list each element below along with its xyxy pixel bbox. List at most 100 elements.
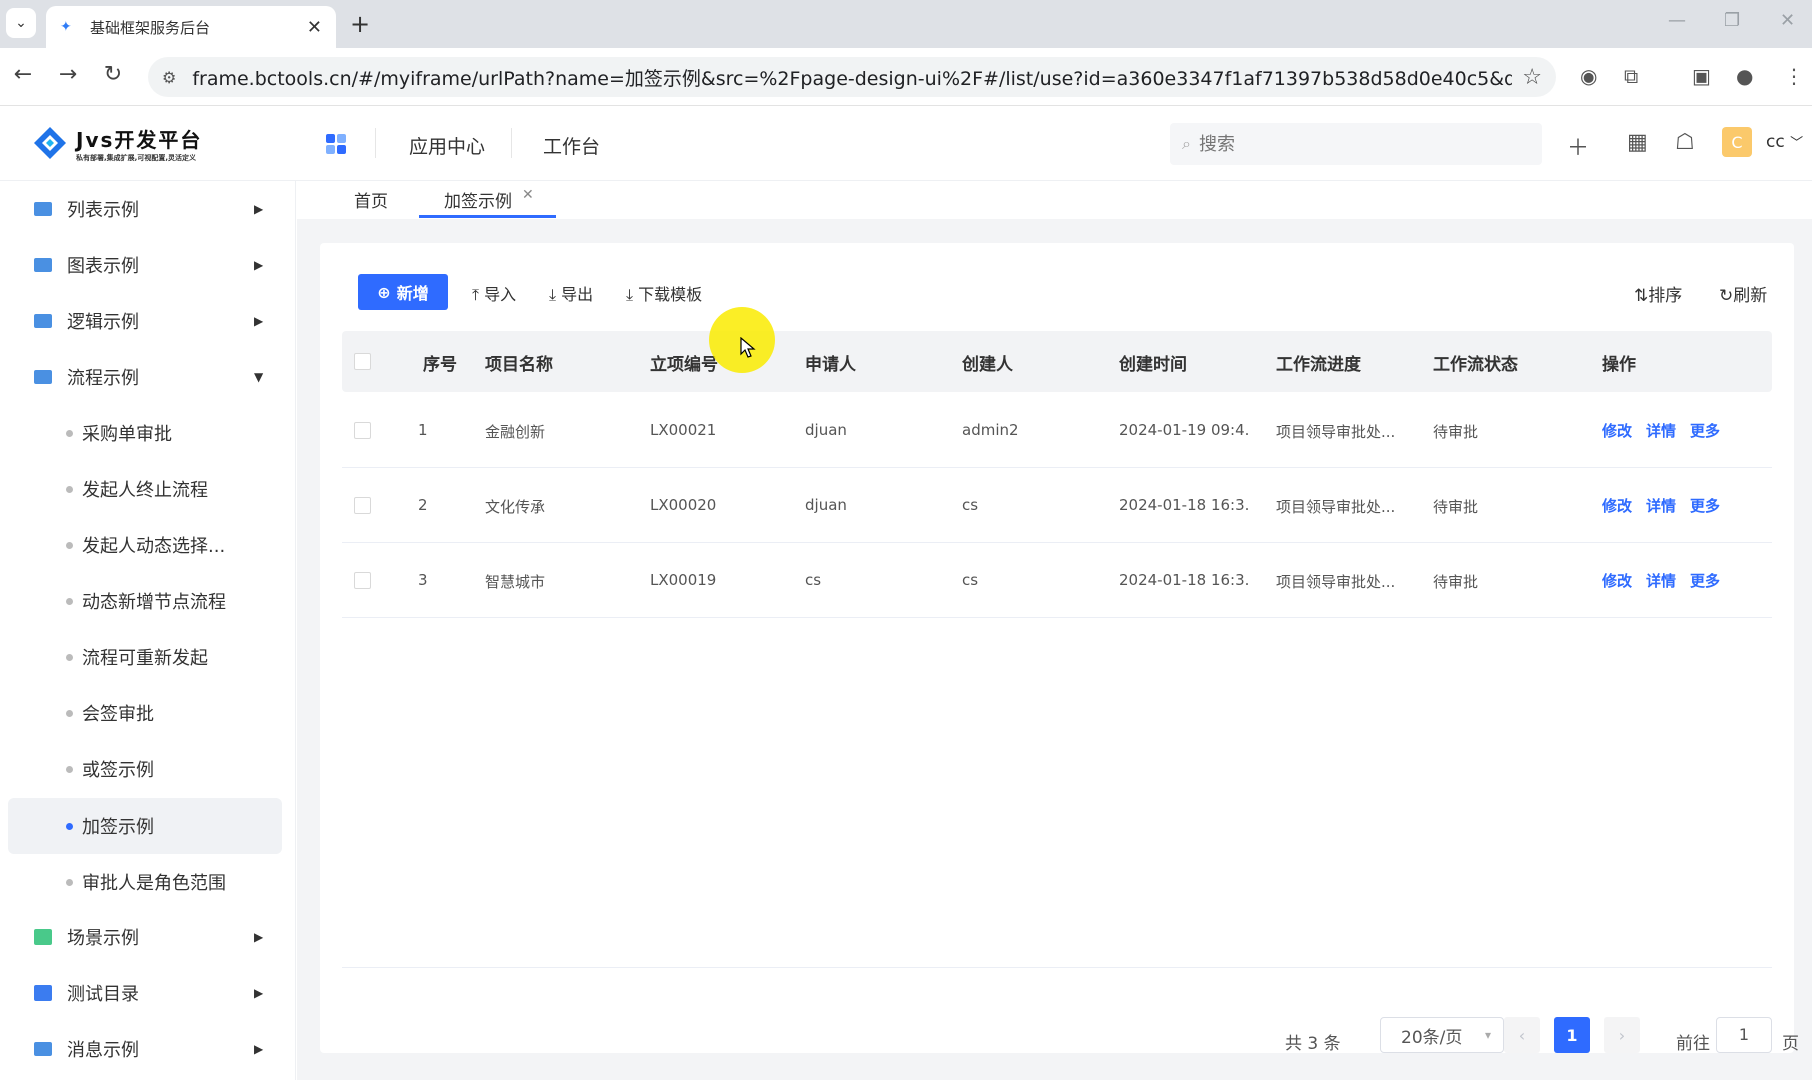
edit-link[interactable]: 修改 — [1602, 570, 1632, 591]
sidebar-sub-item[interactable]: 审批人是角色范围 — [8, 854, 282, 910]
sidebar-sub-label: 加签示例 — [82, 817, 154, 838]
chevron-left-icon: ‹ — [1518, 1025, 1526, 1045]
bullet-dot-icon — [66, 878, 73, 886]
detail-link[interactable]: 详情 — [1646, 495, 1676, 516]
site-settings-icon[interactable]: ⚙ — [162, 68, 176, 87]
close-tab-icon[interactable]: ✕ — [522, 187, 534, 203]
column-header: 创建人 — [962, 355, 1013, 375]
logo[interactable]: Jvs开发平台 私有部署,集成扩展,可视配置,灵活定义 — [32, 124, 202, 163]
row-checkbox[interactable] — [354, 422, 371, 439]
column-header: 序号 — [423, 355, 457, 375]
cell-applicant: cs — [805, 571, 822, 589]
sidebar: 列表示例 ▶ 图表示例 ▶ 逻辑示例 ▶ 流程示例 ▼ 采购单审批 发起人终止流… — [0, 181, 296, 1080]
window-close-icon[interactable]: ✕ — [1780, 10, 1795, 31]
cell-time: 2024-01-18 16:3... — [1119, 571, 1249, 589]
minimize-icon[interactable]: — — [1668, 10, 1686, 31]
prev-page-button[interactable]: ‹ — [1504, 1017, 1540, 1053]
cell-status: 待审批 — [1433, 573, 1479, 591]
refresh-button[interactable]: ↻刷新 — [1719, 281, 1767, 306]
add-icon[interactable]: ＋ — [1567, 130, 1589, 162]
site-favicon-icon: ✦ — [60, 19, 72, 35]
add-button[interactable]: ⊕ 新增 — [358, 274, 448, 310]
sidebar-item-chart-examples[interactable]: 图表示例 ▶ — [0, 241, 296, 289]
import-button[interactable]: ⤒ 导入 — [472, 281, 516, 305]
forward-icon[interactable]: → — [53, 62, 83, 87]
caret-down-icon: ▼ — [254, 370, 264, 384]
column-header: 立项编号 — [650, 355, 718, 375]
next-page-button[interactable]: › — [1604, 1017, 1640, 1053]
bullet-dot-icon — [66, 485, 73, 493]
url-text[interactable]: frame.bctools.cn/#/myiframe/urlPath?name… — [192, 64, 1512, 91]
extensions-puzzle-icon[interactable]: ⧉ — [1624, 64, 1638, 88]
sidebar-item-message-examples[interactable]: 消息示例 ▶ — [0, 1025, 296, 1073]
close-tab-icon[interactable]: ✕ — [307, 17, 322, 38]
goto-page-input[interactable]: 1 — [1716, 1017, 1772, 1053]
bookmark-star-icon[interactable]: ☆ — [1522, 65, 1542, 90]
sidebar-sub-item[interactable]: 动态新增节点流程 — [8, 573, 282, 629]
sidebar-sub-item[interactable]: 发起人终止流程 — [8, 461, 282, 517]
browser-tab[interactable]: ✦ 基础框架服务后台 ✕ — [46, 6, 336, 48]
download-template-button[interactable]: ⤓ 下载模板 — [626, 281, 702, 305]
page-number-current[interactable]: 1 — [1554, 1017, 1590, 1053]
edit-link[interactable]: 修改 — [1602, 495, 1632, 516]
sidebar-item-scene-examples[interactable]: 场景示例 ▶ — [0, 913, 296, 961]
folder-icon — [34, 370, 52, 384]
chevron-right-icon: › — [1618, 1025, 1626, 1045]
select-all-checkbox[interactable] — [354, 353, 371, 370]
sidebar-sub-item[interactable]: 发起人动态选择... — [8, 517, 282, 573]
profile-icon[interactable]: ● — [1736, 64, 1753, 88]
download-icon: ⤓ — [626, 285, 634, 304]
browser-menu-icon[interactable]: ⋮ — [1784, 64, 1804, 88]
edit-link[interactable]: 修改 — [1602, 420, 1632, 441]
row-checkbox[interactable] — [354, 497, 371, 514]
sort-button[interactable]: ⇅排序 — [1634, 281, 1682, 306]
avatar[interactable]: C — [1722, 127, 1752, 157]
export-button[interactable]: ⤓ 导出 — [549, 281, 593, 305]
cell-time: 2024-01-19 09:4... — [1119, 421, 1249, 439]
tab-search-icon[interactable]: ⌄ — [6, 8, 36, 38]
bullet-dot-icon — [66, 653, 73, 661]
sidebar-sub-item[interactable]: 采购单审批 — [8, 405, 282, 461]
more-link[interactable]: 更多 — [1690, 570, 1720, 591]
sidebar-item-list-examples[interactable]: 列表示例 ▶ — [0, 185, 296, 233]
apps-grid-icon[interactable]: ▦ — [1627, 130, 1648, 155]
extension-circle-icon[interactable]: ◉ — [1580, 64, 1597, 88]
detail-link[interactable]: 详情 — [1646, 570, 1676, 591]
sidebar-sub-item[interactable]: 流程可重新发起 — [8, 629, 282, 685]
bullet-dot-icon — [66, 765, 73, 773]
new-tab-icon[interactable]: + — [350, 10, 370, 38]
sidebar-sub-item[interactable]: 或签示例 — [8, 741, 282, 797]
nav-workbench[interactable]: 工作台 — [543, 132, 600, 159]
user-menu[interactable]: cc ﹀ — [1766, 132, 1803, 152]
more-link[interactable]: 更多 — [1690, 495, 1720, 516]
table-header: 序号 项目名称 立项编号 申请人 创建人 创建时间 工作流进度 工作流状态 操作 — [342, 331, 1772, 392]
sidebar-item-logic-examples[interactable]: 逻辑示例 ▶ — [0, 297, 296, 345]
caret-right-icon: ▶ — [254, 1042, 264, 1056]
url-bar[interactable]: ⚙ frame.bctools.cn/#/myiframe/urlPath?na… — [148, 57, 1556, 97]
tab-home[interactable]: 首页 — [354, 187, 388, 212]
page-size-select[interactable]: 20条/页 ▾ — [1380, 1017, 1504, 1053]
row-checkbox[interactable] — [354, 572, 371, 589]
mouse-cursor-icon — [740, 337, 756, 358]
reload-icon[interactable]: ↻ — [98, 62, 128, 87]
search-box[interactable]: ⌕ — [1170, 123, 1542, 165]
sidebar-sub-item-active[interactable]: 加签示例 — [8, 798, 282, 854]
sidebar-item-flow-examples[interactable]: 流程示例 ▼ — [0, 353, 296, 401]
browser-tabstrip: ⌄ ✦ 基础框架服务后台 ✕ + — ❐ ✕ — [0, 0, 1812, 48]
tab-add-sign[interactable]: 加签示例 — [444, 187, 512, 212]
download-template-label: 下载模板 — [638, 285, 703, 304]
sidebar-sub-item[interactable]: 会签审批 — [8, 685, 282, 741]
more-link[interactable]: 更多 — [1690, 420, 1720, 441]
sidebar-sub-label: 发起人动态选择... — [82, 536, 226, 557]
search-input[interactable] — [1198, 133, 1499, 155]
message-icon[interactable]: ☖ — [1675, 130, 1695, 155]
app-grid-icon[interactable] — [326, 134, 346, 154]
sidebar-item-test-directory[interactable]: 测试目录 ▶ — [0, 969, 296, 1017]
side-panel-icon[interactable]: ▣ — [1692, 64, 1711, 88]
nav-app-center[interactable]: 应用中心 — [409, 132, 485, 159]
bullet-dot-icon — [66, 541, 73, 549]
cell-name: 智慧城市 — [485, 573, 546, 591]
back-icon[interactable]: ← — [8, 62, 38, 87]
detail-link[interactable]: 详情 — [1646, 420, 1676, 441]
restore-icon[interactable]: ❐ — [1724, 10, 1740, 31]
